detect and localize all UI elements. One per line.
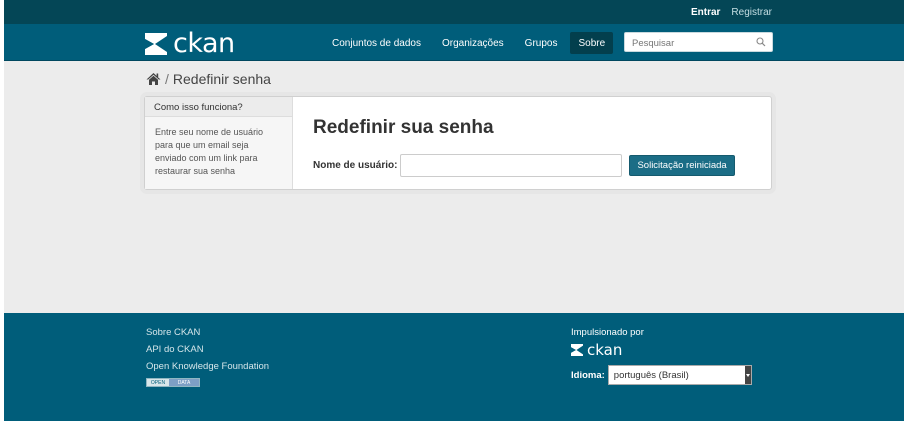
attribution: Impulsionado por ckan Idioma: português … <box>571 327 752 385</box>
username-input[interactable] <box>400 154 623 177</box>
open-data-badge-left: OPEN <box>147 379 169 386</box>
main-nav: Conjuntos de dados Organizações Grupos S… <box>324 32 618 54</box>
ckan-logo-icon <box>571 344 583 356</box>
register-link[interactable]: Registrar <box>731 7 772 18</box>
search-input[interactable] <box>625 34 750 53</box>
chevron-down-icon[interactable] <box>744 366 751 384</box>
ckan-logo[interactable]: ckan <box>145 30 235 57</box>
footer-link-okf[interactable]: Open Knowledge Foundation <box>146 361 269 372</box>
help-text: Entre seu nome de usuário para que um em… <box>155 127 264 176</box>
open-data-badge-right: DATA <box>169 379 199 386</box>
language-selected: português (Brasil) <box>613 369 689 381</box>
page-title: Redefinir sua senha <box>313 117 494 138</box>
page: Entrar Registrar ckan Conjuntos de dados… <box>4 0 904 421</box>
account-masthead: Entrar Registrar <box>4 0 904 24</box>
powered-by-text: Impulsionado por <box>571 327 644 338</box>
username-row: Nome de usuário: Solicitação reiniciada <box>313 154 735 177</box>
language-select[interactable]: português (Brasil) <box>607 365 752 385</box>
home-icon[interactable] <box>146 72 161 86</box>
nav-organizations[interactable]: Organizações <box>434 32 512 54</box>
breadcrumb-separator: / <box>165 71 169 87</box>
login-link[interactable]: Entrar <box>691 7 720 18</box>
breadcrumb-current[interactable]: Redefinir senha <box>173 71 271 87</box>
language-selector: Idioma: português (Brasil) <box>571 365 752 385</box>
nav-about[interactable]: Sobre <box>570 32 614 54</box>
search-box <box>624 32 773 53</box>
open-data-badge[interactable]: OPEN DATA <box>146 378 269 387</box>
masthead: ckan Conjuntos de dados Organizações Gru… <box>4 24 904 61</box>
site-footer: Sobre CKAN API do CKAN Open Knowledge Fo… <box>4 313 904 421</box>
help-sidebar: Como isso funciona? Entre seu nome de us… <box>145 97 293 189</box>
footer-links: Sobre CKAN API do CKAN Open Knowledge Fo… <box>146 327 269 393</box>
language-label: Idioma: <box>571 369 605 381</box>
footer-link-api[interactable]: API do CKAN <box>146 344 269 355</box>
reset-form-panel: Redefinir sua senha Nome de usuário: Sol… <box>293 97 771 189</box>
content-wrapper: Como isso funciona? Entre seu nome de us… <box>144 96 772 190</box>
username-label: Nome de usuário: <box>313 160 398 171</box>
help-title: Como isso funciona? <box>145 97 292 117</box>
nav-groups[interactable]: Grupos <box>517 32 566 54</box>
breadcrumb: / Redefinir senha <box>146 71 271 87</box>
request-reset-button[interactable]: Solicitação reiniciada <box>629 155 735 176</box>
footer-link-about[interactable]: Sobre CKAN <box>146 327 269 338</box>
nav-datasets[interactable]: Conjuntos de dados <box>324 32 429 54</box>
logo-text: ckan <box>173 28 235 59</box>
search-icon[interactable] <box>756 37 766 47</box>
footer-ckan-logo[interactable]: ckan <box>571 341 752 359</box>
footer-logo-text: ckan <box>587 341 623 359</box>
ckan-logo-icon <box>145 32 167 55</box>
